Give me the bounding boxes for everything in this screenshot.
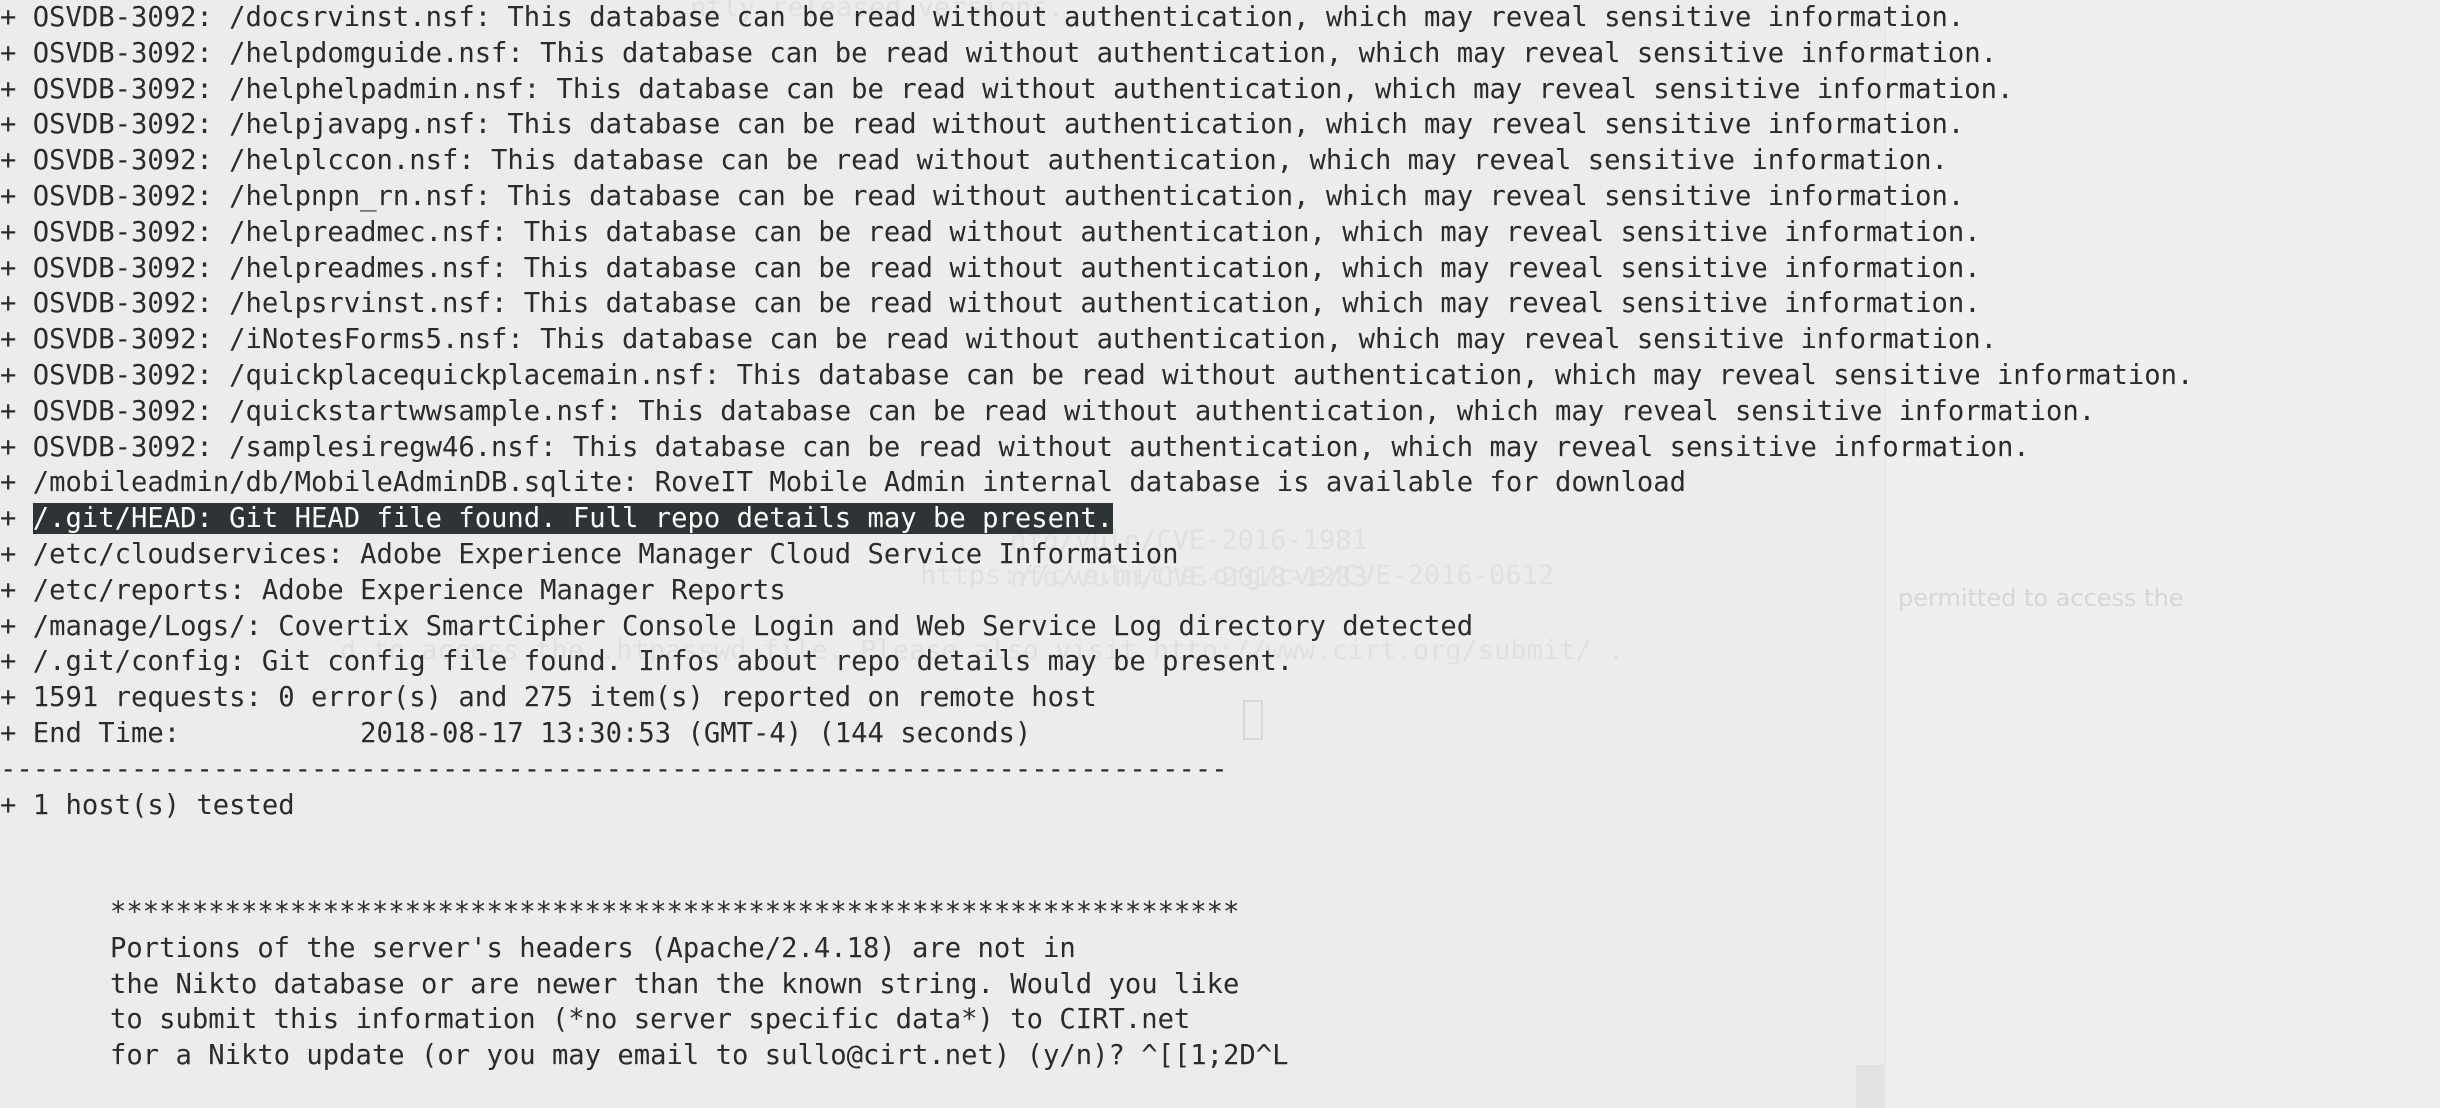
line-text: /mobileadmin/db/MobileAdminDB.sqlite: Ro… [32,467,1686,499]
selected-text-highlight[interactable]: /.git/HEAD: Git HEAD file found. Full re… [32,503,1114,535]
terminal-line-osvdb: + OSVDB-3092: /helpreadmes.nsf: This dat… [0,251,2440,287]
terminal-line-osvdb: + OSVDB-3092: /helpreadmec.nsf: This dat… [0,215,2440,251]
line-prefix: + [0,538,33,570]
terminal-window[interactable]: ntly released versions. nfo/vuln/CVE-201… [0,0,2440,1108]
line-prefix: + [0,180,33,212]
prompt-line: Portions of the server's headers (Apache… [110,932,1076,964]
line-prefix: + [0,359,33,391]
line-text: OSVDB-3092: /helpjavapg.nsf: This databa… [32,109,1965,141]
line-prefix: + [0,324,33,356]
terminal-line-osvdb: + OSVDB-3092: /helpjavapg.nsf: This data… [0,107,2440,143]
prompt-line: for a Nikto update (or you may email to … [110,1040,1289,1072]
line-text: OSVDB-3092: /helphelpadmin.nsf: This dat… [32,73,2014,105]
terminal-line-osvdb: + OSVDB-3092: /helpsrvinst.nsf: This dat… [0,286,2440,322]
terminal-line-finding: + /etc/reports: Adobe Experience Manager… [0,573,2440,609]
terminal-line-finding: + /etc/cloudservices: Adobe Experience M… [0,537,2440,573]
line-prefix: + [0,610,33,642]
osvdb-findings-list: + OSVDB-3092: /docsrvinst.nsf: This data… [0,0,2440,465]
line-text: OSVDB-3092: /helplccon.nsf: This databas… [32,145,1948,177]
nikto-update-prompt: Portions of the server's headers (Apache… [0,931,2440,1074]
terminal-line-osvdb: + OSVDB-3092: /quickstartwwsample.nsf: T… [0,394,2440,430]
line-text: OSVDB-3092: /quickplacequickplacemain.ns… [32,359,2194,391]
terminal-line-git-head-selected[interactable]: + /.git/HEAD: Git HEAD file found. Full … [0,501,2440,537]
terminal-line-osvdb: + OSVDB-3092: /quickplacequickplacemain.… [0,358,2440,394]
line-text: /manage/Logs/: Covertix SmartCipher Cons… [32,610,1474,642]
line-text: OSVDB-3092: /docsrvinst.nsf: This databa… [32,2,1965,33]
line-text: 1591 requests: 0 error(s) and 275 item(s… [32,682,1097,714]
line-text: OSVDB-3092: /helpnpn_rn.nsf: This databa… [32,180,1965,212]
line-prefix: + [0,431,33,463]
line-text: OSVDB-3092: /quickstartwwsample.nsf: Thi… [32,395,2096,427]
line-prefix: + [0,574,33,606]
line-prefix: + [0,467,33,499]
line-prefix: + [0,717,33,749]
line-text: /.git/config: Git config file found. Inf… [32,646,1294,678]
line-text: OSVDB-3092: /iNotesForms5.nsf: This data… [32,324,1997,356]
line-text: /etc/reports: Adobe Experience Manager R… [32,574,786,606]
line-prefix: + [0,2,33,33]
line-prefix: + [0,109,33,141]
line-prefix: + [0,503,33,535]
line-prefix: + [0,73,33,105]
terminal-findings-after: + /etc/cloudservices: Adobe Experience M… [0,537,2440,752]
line-text: OSVDB-3092: /helpdomguide.nsf: This data… [32,37,1997,69]
line-text: OSVDB-3092: /helpsrvinst.nsf: This datab… [32,288,1981,320]
line-prefix: + [0,252,33,284]
line-text: OSVDB-3092: /samplesiregw46.nsf: This da… [32,431,2030,463]
prompt-line: to submit this information (*no server s… [110,1004,1191,1036]
terminal-line-osvdb: + OSVDB-3092: /helplccon.nsf: This datab… [0,143,2440,179]
terminal-line-finding: + 1591 requests: 0 error(s) and 275 item… [0,680,2440,716]
line-prefix: + [0,395,33,427]
stars-banner: ****************************************… [110,896,1240,928]
terminal-line-osvdb: + OSVDB-3092: /samplesiregw46.nsf: This … [0,430,2440,466]
line-prefix: + [0,216,33,248]
terminal-line-osvdb: + OSVDB-3092: /docsrvinst.nsf: This data… [0,0,2440,36]
terminal-line-finding: + End Time: 2018-08-17 13:30:53 (GMT-4) … [0,716,2440,752]
terminal-line-osvdb: + OSVDB-3092: /iNotesForms5.nsf: This da… [0,322,2440,358]
line-text: OSVDB-3092: /helpreadmes.nsf: This datab… [32,252,1981,284]
prompt-line: the Nikto database or are newer than the… [110,968,1240,1000]
terminal-line-osvdb: + OSVDB-3092: /helpnpn_rn.nsf: This data… [0,179,2440,215]
line-prefix: + [0,646,33,678]
terminal-line-osvdb: + OSVDB-3092: /helphelpadmin.nsf: This d… [0,72,2440,108]
line-prefix: + [0,145,33,177]
line-text: OSVDB-3092: /helpreadmec.nsf: This datab… [32,216,1981,248]
terminal-separator: ----------------------------------------… [0,753,1228,785]
line-prefix: + [0,288,33,320]
terminal-line-finding: + /manage/Logs/: Covertix SmartCipher Co… [0,609,2440,645]
terminal-line-osvdb: + OSVDB-3092: /helpdomguide.nsf: This da… [0,36,2440,72]
line-prefix: + [0,682,33,714]
terminal-line-finding: + /.git/config: Git config file found. I… [0,644,2440,680]
line-prefix: + [0,37,33,69]
terminal-output: + OSVDB-3092: /docsrvinst.nsf: This data… [0,0,2440,1074]
line-text: End Time: 2018-08-17 13:30:53 (GMT-4) (1… [32,717,1032,749]
line-text: /etc/cloudservices: Adobe Experience Man… [32,538,1179,570]
hosts-tested-line: + 1 host(s) tested [0,789,295,821]
terminal-line-mobileadmin: + /mobileadmin/db/MobileAdminDB.sqlite: … [0,465,2440,501]
